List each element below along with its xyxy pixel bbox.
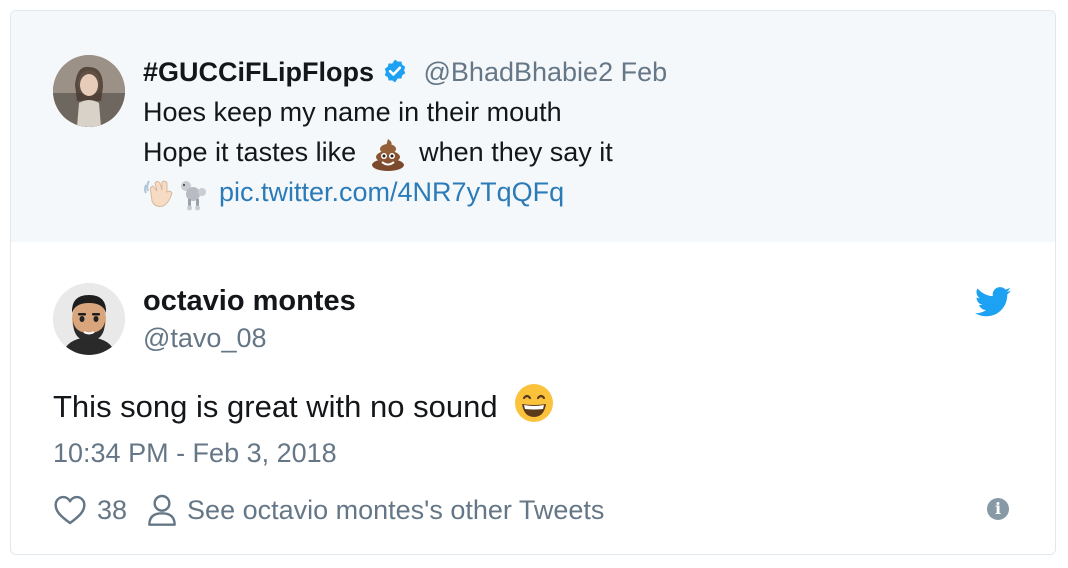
quoted-display-name[interactable]: #GUCCiFLipFlops bbox=[143, 57, 374, 87]
tweet-timestamp[interactable]: 10:34 PM - Feb 3, 2018 bbox=[53, 436, 337, 470]
tweet-text: This song is great with no sound bbox=[53, 383, 554, 429]
quoted-author-avatar[interactable] bbox=[53, 55, 125, 127]
poop-emoji-icon bbox=[371, 138, 404, 171]
quoted-line-1: Hoes keep my name in their mouth bbox=[143, 97, 562, 127]
quoted-date: 2 Feb bbox=[598, 57, 668, 87]
twitter-bird-icon[interactable] bbox=[975, 287, 1011, 317]
quoted-handle[interactable]: @BhadBhabie bbox=[424, 57, 599, 87]
quoted-header: #GUCCiFLipFlops @BhadBhabie2 Feb bbox=[143, 55, 667, 89]
heart-icon[interactable] bbox=[53, 495, 87, 525]
author-handle[interactable]: @tavo_08 bbox=[143, 321, 267, 355]
grinning-face-emoji-icon bbox=[515, 384, 554, 422]
poodle-emoji-icon bbox=[181, 180, 206, 211]
author-avatar[interactable] bbox=[53, 283, 125, 355]
quoted-line-2: Hope it tastes like when they say it bbox=[143, 132, 613, 172]
quoted-line-3: pic.twitter.com/4NR7yTqQFq bbox=[143, 172, 613, 212]
tweet-actions: 38 See octavio montes's other Tweets bbox=[53, 492, 604, 528]
other-tweets-link[interactable]: See octavio montes's other Tweets bbox=[187, 495, 604, 526]
quoted-line-2-start: Hope it tastes like bbox=[143, 137, 357, 167]
quoted-media-link[interactable]: pic.twitter.com/4NR7yTqQFq bbox=[219, 177, 564, 207]
quoted-tweet-text: Hoes keep my name in their mouth Hope it… bbox=[143, 92, 613, 212]
author-display-name[interactable]: octavio montes bbox=[143, 283, 356, 319]
verified-badge-icon bbox=[384, 59, 406, 83]
like-count[interactable]: 38 bbox=[97, 495, 127, 526]
person-icon[interactable] bbox=[147, 494, 177, 526]
info-icon[interactable]: i bbox=[987, 498, 1009, 520]
tweet-text-content: This song is great with no sound bbox=[53, 389, 498, 424]
quoted-line-2-end: when they say it bbox=[419, 137, 613, 167]
quoted-tweet[interactable]: #GUCCiFLipFlops @BhadBhabie2 Feb Hoes ke… bbox=[11, 11, 1055, 242]
waving-hand-emoji-icon bbox=[144, 180, 173, 207]
embedded-tweet-card: #GUCCiFLipFlops @BhadBhabie2 Feb Hoes ke… bbox=[10, 10, 1056, 555]
